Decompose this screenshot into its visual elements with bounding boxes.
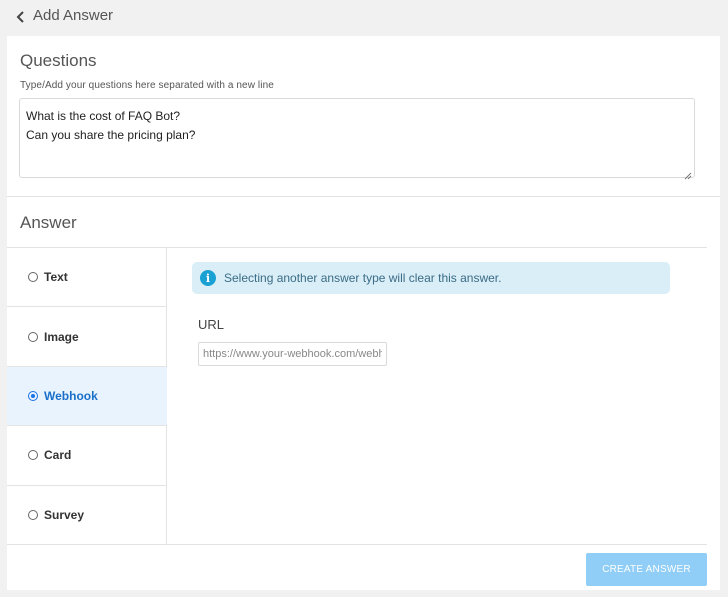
questions-hint: Type/Add your questions here separated w… (20, 80, 274, 91)
answer-type-label: Card (44, 448, 72, 463)
answer-panel: Text Image Webhook Card Survey i Selecti… (7, 247, 707, 545)
answer-type-survey[interactable]: Survey (7, 486, 167, 545)
resize-grip-icon[interactable] (684, 167, 692, 180)
section-divider (7, 196, 720, 197)
questions-title: Questions (20, 51, 97, 70)
answer-type-image[interactable]: Image (7, 307, 167, 367)
answer-type-text[interactable]: Text (7, 248, 167, 308)
url-label: URL (198, 317, 225, 332)
radio-icon[interactable] (28, 510, 38, 521)
radio-icon[interactable] (28, 331, 38, 342)
create-answer-button[interactable]: CREATE ANSWER (586, 553, 707, 586)
radio-icon[interactable] (28, 272, 38, 283)
url-input[interactable] (198, 342, 387, 366)
add-answer-card: Questions Type/Add your questions here s… (7, 36, 720, 590)
answer-type-label: Survey (44, 508, 85, 523)
questions-textarea[interactable] (19, 98, 695, 178)
footer-divider (7, 544, 707, 545)
answer-type-label: Image (44, 329, 79, 344)
answer-type-list: Text Image Webhook Card Survey (7, 248, 167, 545)
answer-title: Answer (20, 213, 77, 232)
radio-icon[interactable] (28, 450, 38, 461)
answer-type-label: Webhook (44, 388, 98, 403)
radio-icon[interactable] (28, 390, 38, 401)
info-alert: i Selecting another answer type will cle… (192, 262, 670, 294)
answer-type-label: Text (44, 270, 68, 285)
info-icon: i (200, 270, 216, 286)
page-header: Add Answer (0, 0, 728, 36)
page-title: Add Answer (33, 7, 114, 24)
info-message: Selecting another answer type will clear… (224, 271, 502, 285)
chevron-left-icon[interactable] (14, 10, 28, 24)
answer-type-webhook[interactable]: Webhook (7, 366, 167, 427)
answer-type-card[interactable]: Card (7, 426, 167, 486)
